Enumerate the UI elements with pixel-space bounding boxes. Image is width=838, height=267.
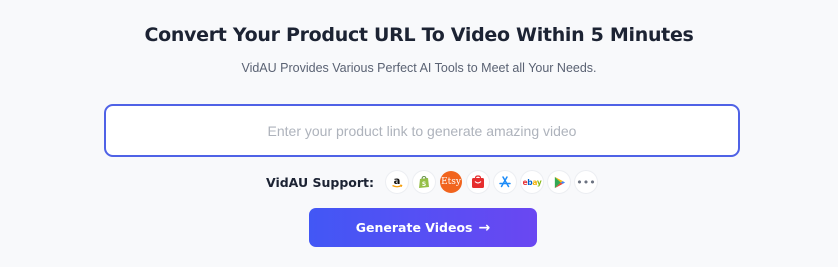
etsy-icon-text: Etsy [441, 177, 461, 187]
generate-videos-button[interactable]: Generate Videos → [309, 208, 537, 247]
page-subtitle: VidAU Provides Various Perfect AI Tools … [241, 61, 597, 75]
more-icon-text: ••• [576, 175, 596, 189]
page: Convert Your Product URL To Video Within… [0, 0, 838, 267]
svg-text:a: a [394, 176, 401, 187]
product-link-field[interactable] [104, 104, 740, 157]
ebay-icon: ebay [521, 171, 544, 193]
arrow-right-icon: → [478, 219, 491, 236]
supported-platforms: VidAU Support: a S Etsy ebay ••• [266, 170, 602, 194]
support-label: VidAU Support: [266, 174, 375, 190]
more-icon[interactable]: ••• [575, 171, 598, 193]
app-store-icon [494, 171, 517, 193]
svg-text:S: S [422, 181, 426, 188]
amazon-icon: a [386, 171, 409, 193]
shopify-icon: S [413, 171, 436, 193]
aliexpress-icon [467, 171, 490, 193]
page-title: Convert Your Product URL To Video Within… [144, 24, 694, 46]
etsy-icon: Etsy [440, 171, 463, 193]
google-play-icon [548, 171, 571, 193]
generate-videos-label: Generate Videos [355, 220, 473, 235]
product-link-input[interactable] [106, 106, 738, 155]
ebay-icon-text: ebay [522, 177, 542, 187]
